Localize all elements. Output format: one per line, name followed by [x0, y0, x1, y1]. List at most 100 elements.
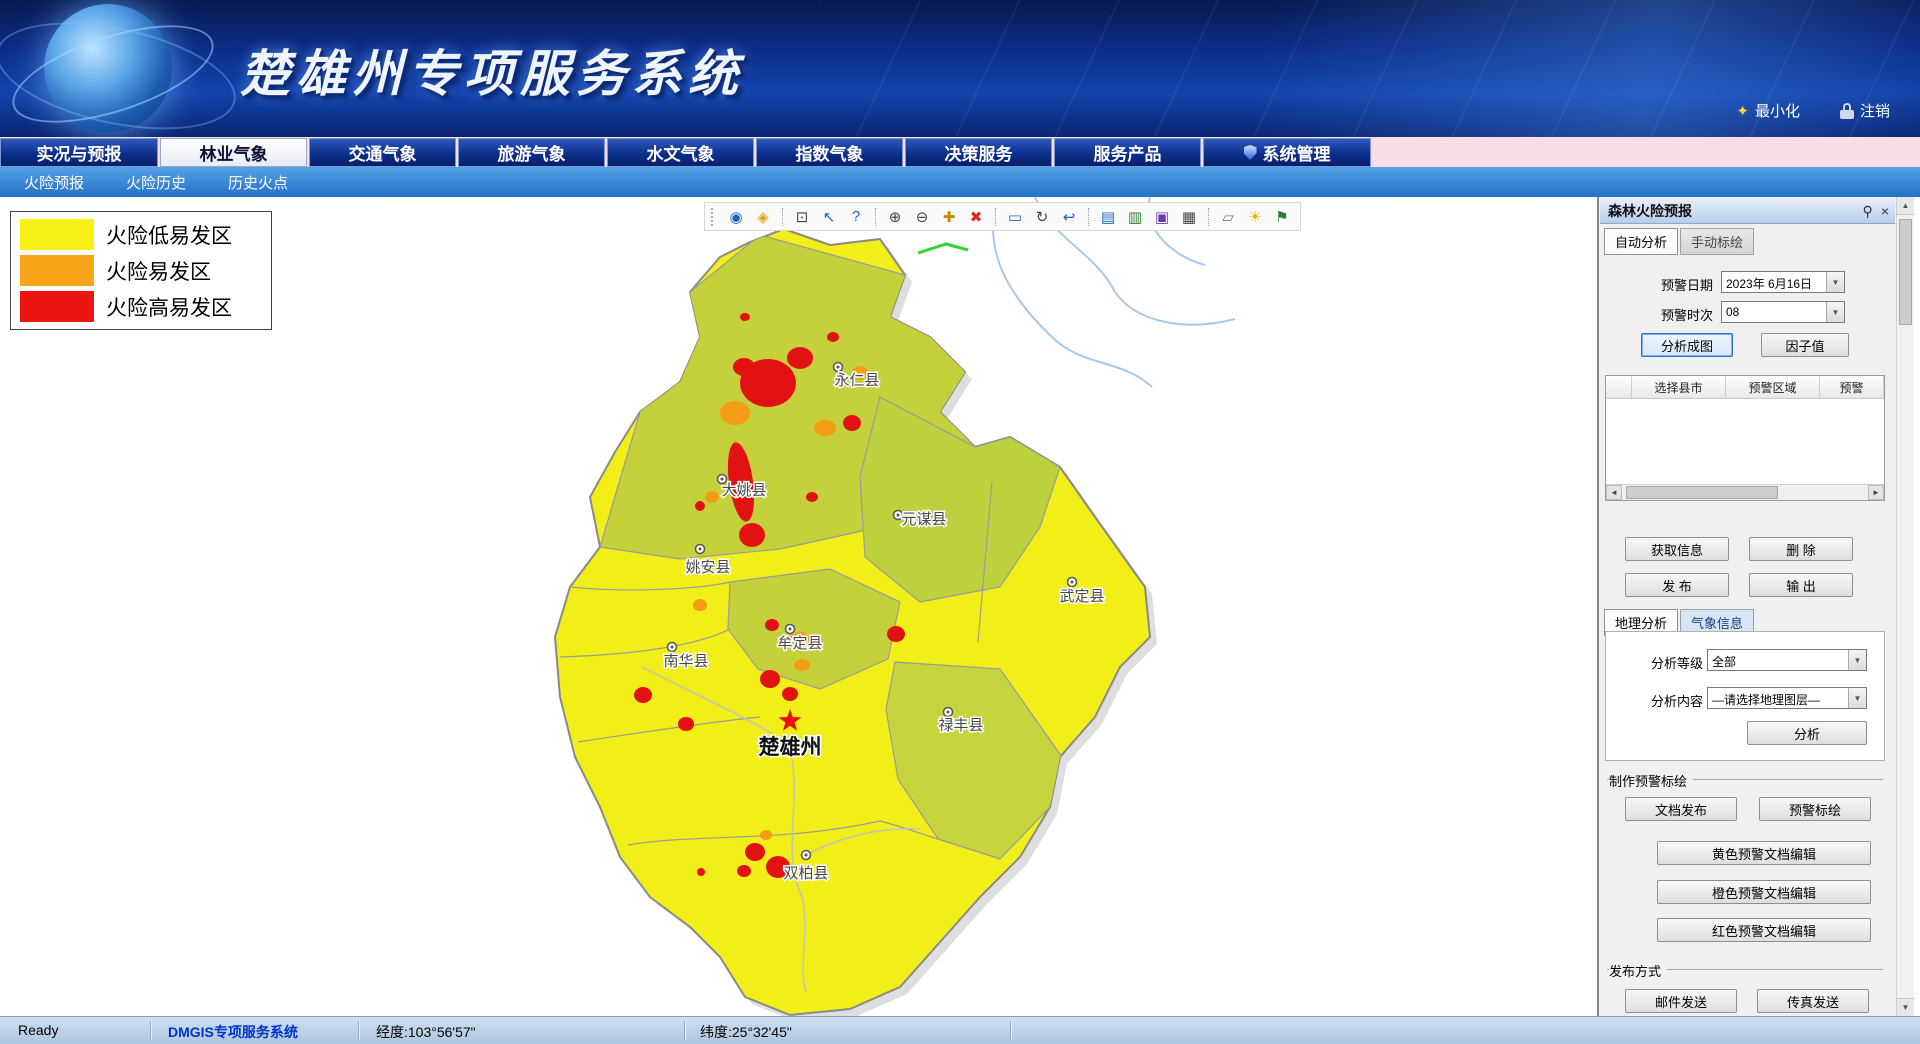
panel-vscrollbar[interactable]: ▲ ▼: [1896, 197, 1914, 1016]
clear-icon[interactable]: ✖: [964, 206, 988, 228]
zoom-out-icon[interactable]: ⊖: [910, 206, 934, 228]
scroll-down-icon[interactable]: ▼: [1897, 998, 1914, 1016]
county-label: 南华县: [663, 653, 708, 670]
logout-button[interactable]: 注销: [1840, 100, 1890, 121]
lock-icon: [1840, 103, 1854, 119]
pin-icon[interactable]: ⚲: [1863, 198, 1873, 224]
pan-icon[interactable]: ✚: [937, 206, 961, 228]
status-latitude: 纬度:25°32'45": [700, 1022, 792, 1042]
chart-icon[interactable]: ▥: [1123, 206, 1147, 228]
county-label: 大姚县: [721, 482, 766, 499]
full-extent-icon[interactable]: ▭: [1003, 206, 1027, 228]
image-export-icon[interactable]: ▣: [1150, 206, 1174, 228]
panel-titlebar: 森林火险预报 ⚲ ×: [1600, 198, 1895, 224]
toolbar-drag-handle[interactable]: [711, 208, 716, 226]
tab-auto-analysis[interactable]: 自动分析: [1604, 228, 1678, 255]
hscroll-track[interactable]: [1622, 485, 1868, 500]
zoom-in-icon[interactable]: ⊕: [883, 206, 907, 228]
minimize-button[interactable]: ✦ 最小化: [1736, 100, 1800, 121]
toolbar-separator: [1208, 208, 1209, 226]
refresh-view-icon[interactable]: ↻: [1030, 206, 1054, 228]
get-info-button[interactable]: 获取信息: [1625, 537, 1729, 561]
publish-button[interactable]: 发 布: [1625, 573, 1729, 597]
county-label: 禄丰县: [938, 717, 983, 734]
print-icon[interactable]: ▦: [1177, 206, 1201, 228]
output-button[interactable]: 输 出: [1749, 573, 1853, 597]
scroll-up-icon[interactable]: ▲: [1897, 197, 1914, 215]
county-label: 永仁县: [834, 372, 879, 389]
legend-row-high: 火险高易发区: [20, 291, 262, 322]
tab-hydrology-weather[interactable]: 水文气象: [607, 138, 754, 167]
delete-button[interactable]: 删 除: [1749, 537, 1853, 561]
warn-date-value: 2023年 6月16日: [1726, 275, 1826, 292]
scroll-left-icon[interactable]: ◄: [1606, 485, 1622, 500]
table-hscrollbar[interactable]: ◄ ►: [1606, 484, 1884, 500]
table-header-warning: 预警: [1820, 376, 1884, 398]
zoom-box-icon[interactable]: ⊡: [790, 206, 814, 228]
fax-send-button[interactable]: 传真发送: [1757, 989, 1869, 1013]
bulb-icon[interactable]: ☀: [1243, 206, 1267, 228]
tab-tourism-weather[interactable]: 旅游气象: [458, 138, 605, 167]
warning-plot-button[interactable]: 预警标绘: [1759, 797, 1871, 821]
tab-decision-service[interactable]: 决策服务: [905, 138, 1052, 167]
tab-system-management-label: 系统管理: [1263, 140, 1331, 165]
vscroll-thumb[interactable]: [1899, 219, 1912, 325]
toolbar-separator: [782, 208, 783, 226]
identify-icon[interactable]: ?: [844, 206, 868, 228]
status-separator: [1010, 1021, 1011, 1040]
submenu-bar: 火险预报 火险历史 历史火点: [0, 167, 1920, 197]
county-label: 元谋县: [901, 511, 946, 528]
submenu-item-fire-risk-forecast[interactable]: 火险预报: [24, 172, 84, 193]
doc-publish-button[interactable]: 文档发布: [1625, 797, 1737, 821]
chevron-down-icon[interactable]: ▼: [1848, 688, 1866, 708]
analysis-content-value: —请选择地理图层—: [1712, 691, 1848, 708]
submenu-item-fire-risk-history[interactable]: 火险历史: [126, 172, 186, 193]
tab-forestry-weather[interactable]: 林业气象: [160, 138, 307, 167]
analyze-button[interactable]: 分析: [1747, 721, 1867, 745]
warning-table[interactable]: 选择县市 预警区域 预警 ◄ ►: [1605, 375, 1885, 501]
map-legend: 火险低易发区 火险易发区 火险高易发区: [10, 211, 272, 330]
chevron-down-icon[interactable]: ▼: [1826, 302, 1844, 322]
tab-service-products[interactable]: 服务产品: [1054, 138, 1201, 167]
select-arrow-icon[interactable]: ↖: [817, 206, 841, 228]
tab-manual-plot[interactable]: 手动标绘: [1680, 228, 1754, 255]
forest-fire-panel: 森林火险预报 ⚲ × 自动分析 手动标绘 预警日期 2023年 6月16日 ▼ …: [1598, 197, 1896, 1016]
flag-icon[interactable]: ⚑: [1270, 206, 1294, 228]
warn-time-select[interactable]: 08 ▼: [1721, 301, 1845, 323]
chevron-down-icon[interactable]: ▼: [1848, 650, 1866, 670]
legend-swatch-medium: [20, 255, 94, 286]
county-label: 双柏县: [783, 865, 828, 882]
yellow-doc-edit-button[interactable]: 黄色预警文档编辑: [1657, 841, 1871, 865]
status-separator: [150, 1021, 151, 1040]
minimize-label: 最小化: [1755, 100, 1800, 121]
tab-system-management[interactable]: 系统管理: [1203, 138, 1371, 167]
orange-doc-edit-button[interactable]: 橙色预警文档编辑: [1657, 880, 1871, 904]
warn-date-select[interactable]: 2023年 6月16日 ▼: [1721, 271, 1845, 293]
hscroll-thumb[interactable]: [1626, 486, 1778, 499]
table-header-county: 选择县市: [1632, 376, 1726, 398]
tab-realtime-forecast[interactable]: 实况与预报: [0, 138, 158, 167]
status-system-link[interactable]: DMGIS专项服务系统: [168, 1022, 298, 1042]
header-actions: ✦ 最小化 注销: [1736, 100, 1890, 121]
tab-index-weather[interactable]: 指数气象: [756, 138, 903, 167]
logout-label: 注销: [1860, 100, 1890, 121]
analysis-level-select[interactable]: 全部 ▼: [1707, 649, 1867, 671]
analysis-content-select[interactable]: —请选择地理图层— ▼: [1707, 687, 1867, 709]
analyze-map-button[interactable]: 分析成图: [1641, 333, 1733, 357]
chevron-down-icon[interactable]: ▼: [1826, 272, 1844, 292]
warning-table-header: 选择县市 预警区域 预警: [1606, 376, 1884, 399]
close-icon[interactable]: ×: [1881, 198, 1889, 224]
factor-value-button[interactable]: 因子值: [1761, 333, 1849, 357]
globe-icon[interactable]: ◉: [724, 206, 748, 228]
legend-icon[interactable]: ▤: [1096, 206, 1120, 228]
submenu-item-historical-fire-points[interactable]: 历史火点: [228, 172, 288, 193]
measure-area-icon[interactable]: ◈: [751, 206, 775, 228]
tab-traffic-weather[interactable]: 交通气象: [309, 138, 456, 167]
map-area[interactable]: 永仁县 大姚县 元谋县 姚安县 武定县 南华县 牟定县 禄丰县 双柏县 楚雄州 …: [0, 197, 1597, 1016]
status-separator: [684, 1021, 685, 1040]
red-doc-edit-button[interactable]: 红色预警文档编辑: [1657, 918, 1871, 942]
previous-view-icon[interactable]: ↩: [1057, 206, 1081, 228]
email-send-button[interactable]: 邮件发送: [1625, 989, 1737, 1013]
scroll-right-icon[interactable]: ►: [1868, 485, 1884, 500]
measure-distance-icon[interactable]: ▱: [1216, 206, 1240, 228]
